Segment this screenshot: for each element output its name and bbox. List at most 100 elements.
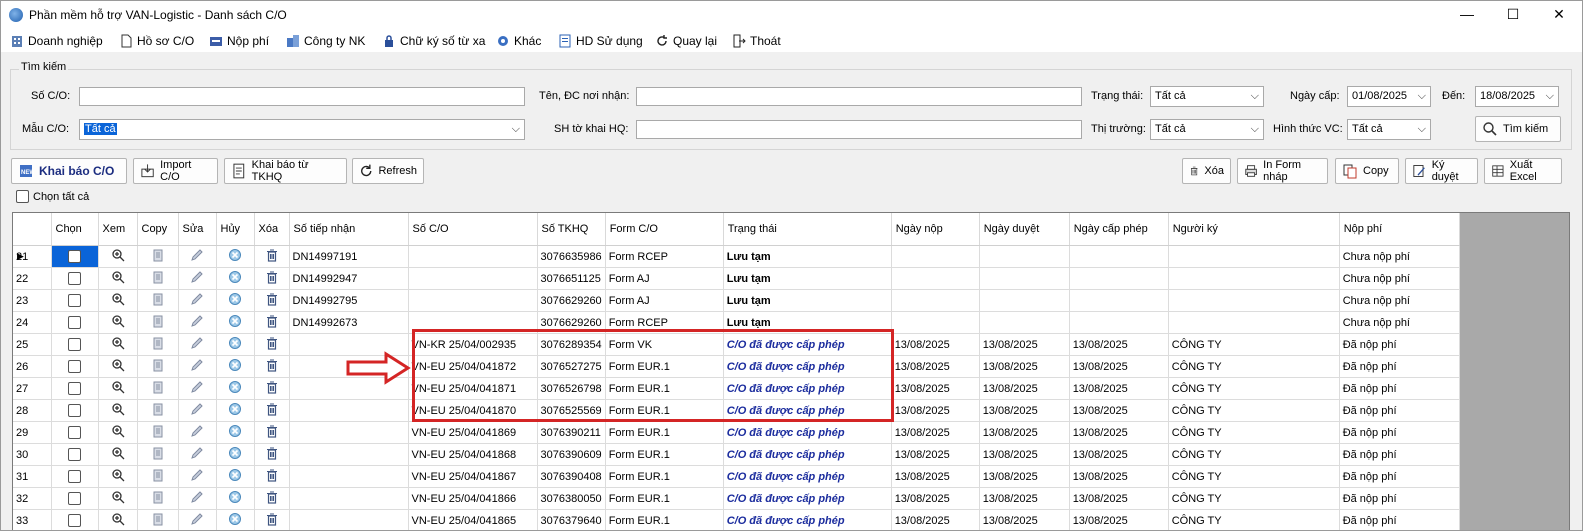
cancel-cell[interactable]: [216, 399, 255, 422]
copy-cell[interactable]: [137, 245, 179, 268]
copy-icon[interactable]: [151, 271, 165, 287]
pencil-icon[interactable]: [190, 337, 204, 353]
trash-cell[interactable]: [254, 267, 290, 290]
edit-cell[interactable]: [178, 245, 217, 268]
zoom-icon[interactable]: [111, 337, 125, 353]
table-row[interactable]: ▶ 21 DN14997191 3076635986 Form RCEP Lưu tạm C…: [13, 245, 1460, 268]
khai-bao-co-button[interactable]: NEW Khai báo C/O: [11, 158, 127, 184]
cancel-icon[interactable]: [228, 315, 242, 331]
row-checkbox[interactable]: [68, 316, 81, 329]
in-form-nhap-button[interactable]: In Form nháp: [1237, 158, 1328, 184]
trash-cell[interactable]: [254, 487, 290, 510]
pencil-icon[interactable]: [190, 315, 204, 331]
table-row[interactable]: 23 DN14992795 3076629260 Form AJ Lưu tạm Chưa…: [13, 289, 1460, 312]
row-checkbox[interactable]: [68, 250, 81, 263]
row-checkbox[interactable]: [68, 492, 81, 505]
edit-cell[interactable]: [178, 465, 217, 488]
view-cell[interactable]: [98, 333, 138, 356]
view-cell[interactable]: [98, 289, 138, 312]
view-cell[interactable]: [98, 465, 138, 488]
copy-cell[interactable]: [137, 421, 179, 444]
copy-icon[interactable]: [151, 359, 165, 375]
copy-icon[interactable]: [151, 337, 165, 353]
minimize-button[interactable]: —: [1444, 1, 1490, 28]
table-row[interactable]: 31 VN-EU 25/04/041867 3076390408 Form EUR.1…: [13, 465, 1460, 488]
row-checkbox[interactable]: [68, 338, 81, 351]
menu-hd-su-dung[interactable]: HD Sử dụng: [558, 32, 643, 50]
pencil-icon[interactable]: [190, 249, 204, 265]
row-checkbox[interactable]: [68, 426, 81, 439]
copy-icon[interactable]: [151, 403, 165, 419]
trash-icon[interactable]: [265, 491, 279, 507]
row-checkbox[interactable]: [68, 272, 81, 285]
zoom-icon[interactable]: [111, 315, 125, 331]
ky-duyet-button[interactable]: Ký duyệt: [1405, 158, 1478, 184]
copy-cell[interactable]: [137, 399, 179, 422]
cancel-cell[interactable]: [216, 289, 255, 312]
view-cell[interactable]: [98, 487, 138, 510]
cancel-icon[interactable]: [228, 271, 242, 287]
view-cell[interactable]: [98, 443, 138, 466]
pencil-icon[interactable]: [190, 359, 204, 375]
column-header[interactable]: Số tiếp nhận: [289, 213, 409, 246]
cancel-icon[interactable]: [228, 403, 242, 419]
cancel-cell[interactable]: [216, 443, 255, 466]
column-header[interactable]: Chọn: [51, 213, 99, 246]
menu-thoat[interactable]: Thoát: [732, 32, 781, 50]
select-cell[interactable]: [51, 333, 99, 356]
menu-quay-lai[interactable]: Quay lại: [655, 32, 717, 50]
column-header[interactable]: Hủy: [216, 213, 255, 246]
select-cell[interactable]: [51, 509, 99, 530]
select-cell[interactable]: [51, 465, 99, 488]
cancel-cell[interactable]: [216, 421, 255, 444]
cancel-icon[interactable]: [228, 513, 242, 529]
cancel-icon[interactable]: [228, 359, 242, 375]
trash-cell[interactable]: [254, 245, 290, 268]
copy-icon[interactable]: [151, 249, 165, 265]
copy-cell[interactable]: [137, 267, 179, 290]
view-cell[interactable]: [98, 377, 138, 400]
zoom-icon[interactable]: [111, 469, 125, 485]
cancel-cell[interactable]: [216, 333, 255, 356]
row-checkbox[interactable]: [68, 404, 81, 417]
select-cell[interactable]: [51, 289, 99, 312]
zoom-icon[interactable]: [111, 447, 125, 463]
column-header[interactable]: Copy: [137, 213, 179, 246]
so-co-input[interactable]: [79, 87, 525, 106]
trash-icon[interactable]: [265, 513, 279, 529]
trash-icon[interactable]: [265, 425, 279, 441]
cancel-cell[interactable]: [216, 311, 255, 334]
edit-cell[interactable]: [178, 333, 217, 356]
trash-icon[interactable]: [265, 469, 279, 485]
menu-nop-phi[interactable]: Nộp phí: [209, 32, 269, 50]
table-row[interactable]: 22 DN14992947 3076651125 Form AJ Lưu tạm Chưa…: [13, 267, 1460, 290]
table-row[interactable]: 33 VN-EU 25/04/041865 3076379640 Form EUR.1…: [13, 509, 1460, 530]
trash-cell[interactable]: [254, 509, 290, 530]
pencil-icon[interactable]: [190, 403, 204, 419]
trash-icon[interactable]: [265, 337, 279, 353]
copy-icon[interactable]: [151, 469, 165, 485]
copy-icon[interactable]: [151, 491, 165, 507]
edit-cell[interactable]: [178, 487, 217, 510]
menu-doanh-nghiep[interactable]: Doanh nghiệp: [10, 32, 103, 50]
trash-cell[interactable]: [254, 311, 290, 334]
zoom-icon[interactable]: [111, 293, 125, 309]
zoom-icon[interactable]: [111, 491, 125, 507]
edit-cell[interactable]: [178, 267, 217, 290]
cancel-icon[interactable]: [228, 249, 242, 265]
select-cell[interactable]: [51, 311, 99, 334]
refresh-button[interactable]: Refresh: [352, 158, 424, 184]
pencil-icon[interactable]: [190, 447, 204, 463]
copy-icon[interactable]: [151, 293, 165, 309]
column-header[interactable]: Sửa: [178, 213, 217, 246]
column-header[interactable]: Ngày duyệt: [979, 213, 1070, 246]
den-picker[interactable]: 18/08/2025 ⌵: [1475, 86, 1559, 107]
pencil-icon[interactable]: [190, 513, 204, 529]
mau-co-select[interactable]: Tất cả ⌵: [79, 119, 525, 140]
thi-truong-select[interactable]: Tất cả ⌵: [1150, 119, 1264, 140]
column-header[interactable]: Nộp phí: [1339, 213, 1460, 246]
copy-cell[interactable]: [137, 311, 179, 334]
pencil-icon[interactable]: [190, 469, 204, 485]
view-cell[interactable]: [98, 421, 138, 444]
copy-cell[interactable]: [137, 443, 179, 466]
